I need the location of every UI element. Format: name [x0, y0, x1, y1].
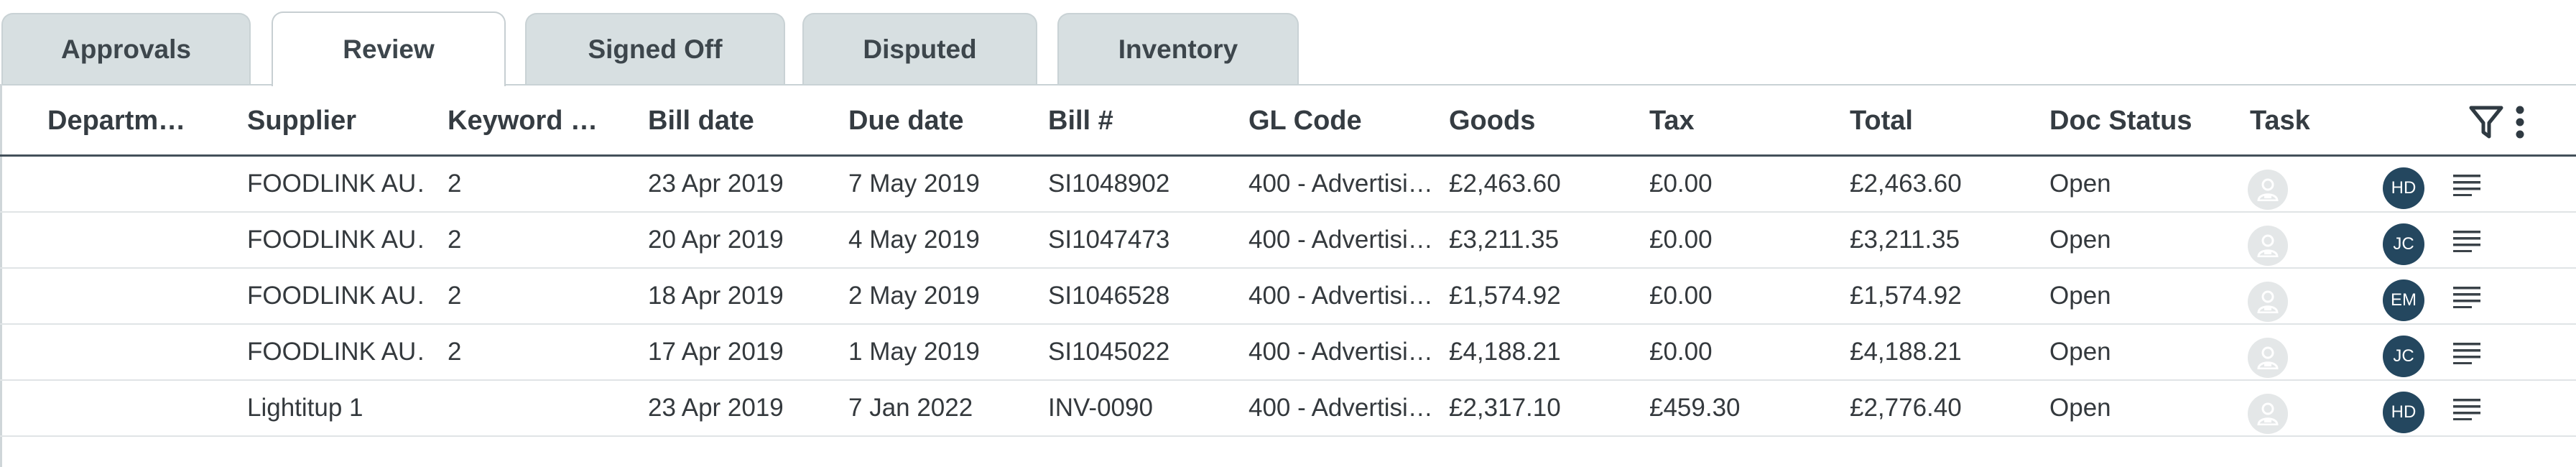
column-header-tax[interactable]: Tax [1649, 85, 1829, 156]
doc-status-cell: Open [2049, 282, 2111, 310]
supplier-cell: FOODLINK AU… [247, 226, 427, 254]
total-cell: £2,776.40 [1850, 394, 1962, 422]
total-cell: £2,463.60 [1850, 170, 1962, 198]
notes-icon[interactable] [2453, 341, 2482, 364]
column-header-due-date[interactable]: Due date [848, 85, 1028, 156]
tab-inventory[interactable]: Inventory [1057, 13, 1299, 85]
bill-date-cell: 20 Apr 2019 [648, 226, 784, 254]
notes-icon[interactable] [2453, 229, 2482, 252]
task-user-icon[interactable] [2248, 282, 2288, 322]
column-header-gl-code[interactable]: GL Code [1248, 85, 1428, 156]
goods-cell: £3,211.35 [1449, 226, 1560, 254]
supplier-cell: FOODLINK AU… [247, 338, 427, 366]
notes-icon[interactable] [2453, 397, 2482, 420]
doc-status-cell: Open [2049, 170, 2111, 198]
bill-number-cell: SI1047473 [1048, 226, 1170, 254]
due-date-cell: 7 Jan 2022 [848, 394, 973, 422]
total-cell: £3,211.35 [1850, 226, 1960, 254]
doc-status-cell: Open [2049, 226, 2111, 254]
assignee-avatar[interactable]: HD [2383, 392, 2424, 433]
bill-number-cell: INV-0090 [1048, 394, 1153, 422]
due-date-cell: 7 May 2019 [848, 170, 980, 198]
notes-icon[interactable] [2453, 285, 2482, 308]
bill-date-cell: 17 Apr 2019 [648, 338, 784, 366]
column-header-goods[interactable]: Goods [1449, 85, 1628, 156]
tab-review[interactable]: Review [272, 11, 506, 86]
table-row[interactable]: FOODLINK AU… 2 17 Apr 2019 1 May 2019 SI1045… [0, 325, 2576, 381]
table-header: Departm… Supplier Keyword … Bill date Du… [0, 85, 2576, 156]
total-cell: £1,574.92 [1850, 282, 1962, 310]
table-row[interactable]: FOODLINK AU… 2 23 Apr 2019 7 May 2019 SI1048… [0, 157, 2576, 213]
department-cell [47, 157, 198, 211]
gl-code-cell: 400 - Advertisi… [1248, 394, 1432, 422]
goods-cell: £1,574.92 [1449, 282, 1561, 310]
table-row[interactable]: Lightitup 1 23 Apr 2019 7 Jan 2022 INV-0090… [0, 381, 2576, 437]
column-header-doc-status[interactable]: Doc Status [2049, 85, 2236, 156]
bill-date-cell: 23 Apr 2019 [648, 394, 784, 422]
keyword-cell: 2 [448, 226, 462, 254]
column-header-bill-date[interactable]: Bill date [648, 85, 828, 156]
keyword-cell: 2 [448, 338, 462, 366]
tax-cell: £459.30 [1649, 394, 1741, 422]
bill-date-cell: 18 Apr 2019 [648, 282, 784, 310]
column-header-department[interactable]: Departm… [47, 85, 198, 156]
due-date-cell: 4 May 2019 [848, 226, 980, 254]
tax-cell: £0.00 [1649, 170, 1713, 198]
table-row[interactable]: FOODLINK AU… 2 20 Apr 2019 4 May 2019 SI1047… [0, 213, 2576, 269]
tax-cell: £0.00 [1649, 338, 1713, 366]
tab-signed-off[interactable]: Signed Off [525, 13, 785, 85]
goods-cell: £2,463.60 [1449, 170, 1561, 198]
doc-status-cell: Open [2049, 394, 2111, 422]
supplier-cell: Lightitup 1 [247, 394, 363, 422]
tab-approvals[interactable]: Approvals [1, 13, 251, 85]
bill-number-cell: SI1046528 [1048, 282, 1170, 310]
gl-code-cell: 400 - Advertisi… [1248, 226, 1432, 254]
tab-disputed[interactable]: Disputed [802, 13, 1037, 85]
goods-cell: £2,317.10 [1449, 394, 1561, 422]
keyword-cell [448, 381, 591, 435]
assignee-avatar[interactable]: HD [2383, 167, 2424, 209]
bill-number-cell: SI1045022 [1048, 338, 1170, 366]
assignee-avatar[interactable]: EM [2383, 279, 2424, 321]
column-header-task[interactable]: Task [2250, 85, 2394, 156]
department-cell [47, 381, 198, 435]
tab-bar: Approvals Review Signed Off Disputed Inv… [0, 0, 2576, 86]
bill-number-cell: SI1048902 [1048, 170, 1170, 198]
table-row[interactable]: FOODLINK AU… 2 18 Apr 2019 2 May 2019 SI1046… [0, 269, 2576, 325]
column-header-total[interactable]: Total [1850, 85, 2029, 156]
column-header-keyword[interactable]: Keyword … [448, 85, 602, 156]
keyword-cell: 2 [448, 170, 462, 198]
department-cell [47, 269, 198, 323]
notes-icon[interactable] [2453, 173, 2482, 196]
gl-code-cell: 400 - Advertisi… [1248, 170, 1432, 198]
task-user-icon[interactable] [2248, 170, 2288, 210]
supplier-cell: FOODLINK AU… [247, 282, 427, 310]
tax-cell: £0.00 [1649, 282, 1713, 310]
tax-cell: £0.00 [1649, 226, 1713, 254]
column-header-supplier[interactable]: Supplier [247, 85, 427, 156]
gl-code-cell: 400 - Advertisi… [1248, 338, 1432, 366]
kebab-menu-icon[interactable] [2515, 105, 2525, 141]
goods-cell: £4,188.21 [1449, 338, 1561, 366]
department-cell [47, 325, 198, 379]
assignee-avatar[interactable]: JC [2383, 336, 2424, 377]
keyword-cell: 2 [448, 282, 462, 310]
bill-date-cell: 23 Apr 2019 [648, 170, 784, 198]
task-user-icon[interactable] [2248, 338, 2288, 378]
doc-status-cell: Open [2049, 338, 2111, 366]
task-user-icon[interactable] [2248, 226, 2288, 266]
column-header-bill-number[interactable]: Bill # [1048, 85, 1228, 156]
supplier-cell: FOODLINK AU… [247, 170, 427, 198]
due-date-cell: 1 May 2019 [848, 338, 980, 366]
gl-code-cell: 400 - Advertisi… [1248, 282, 1432, 310]
assignee-avatar[interactable]: JC [2383, 223, 2424, 265]
total-cell: £4,188.21 [1850, 338, 1962, 366]
due-date-cell: 2 May 2019 [848, 282, 980, 310]
department-cell [47, 213, 198, 267]
task-user-icon[interactable] [2248, 394, 2288, 434]
filter-icon[interactable] [2469, 105, 2503, 141]
